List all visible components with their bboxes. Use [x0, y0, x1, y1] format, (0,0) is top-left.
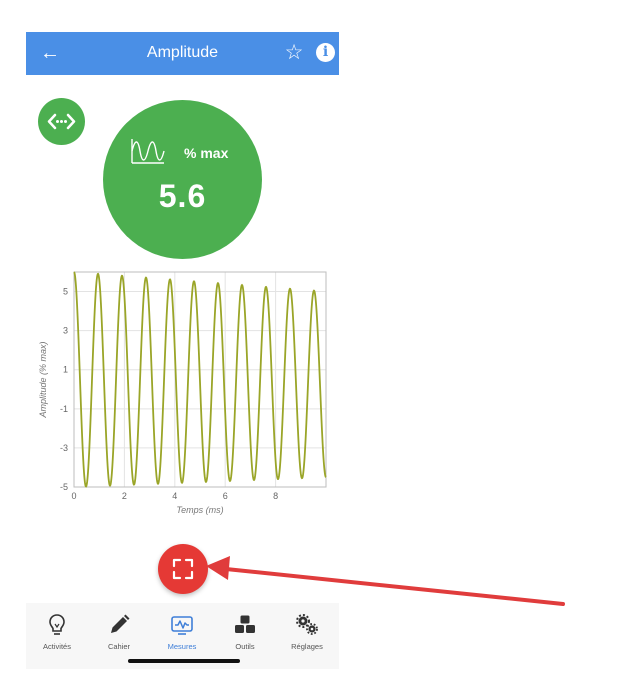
annotation-arrow	[206, 556, 565, 606]
